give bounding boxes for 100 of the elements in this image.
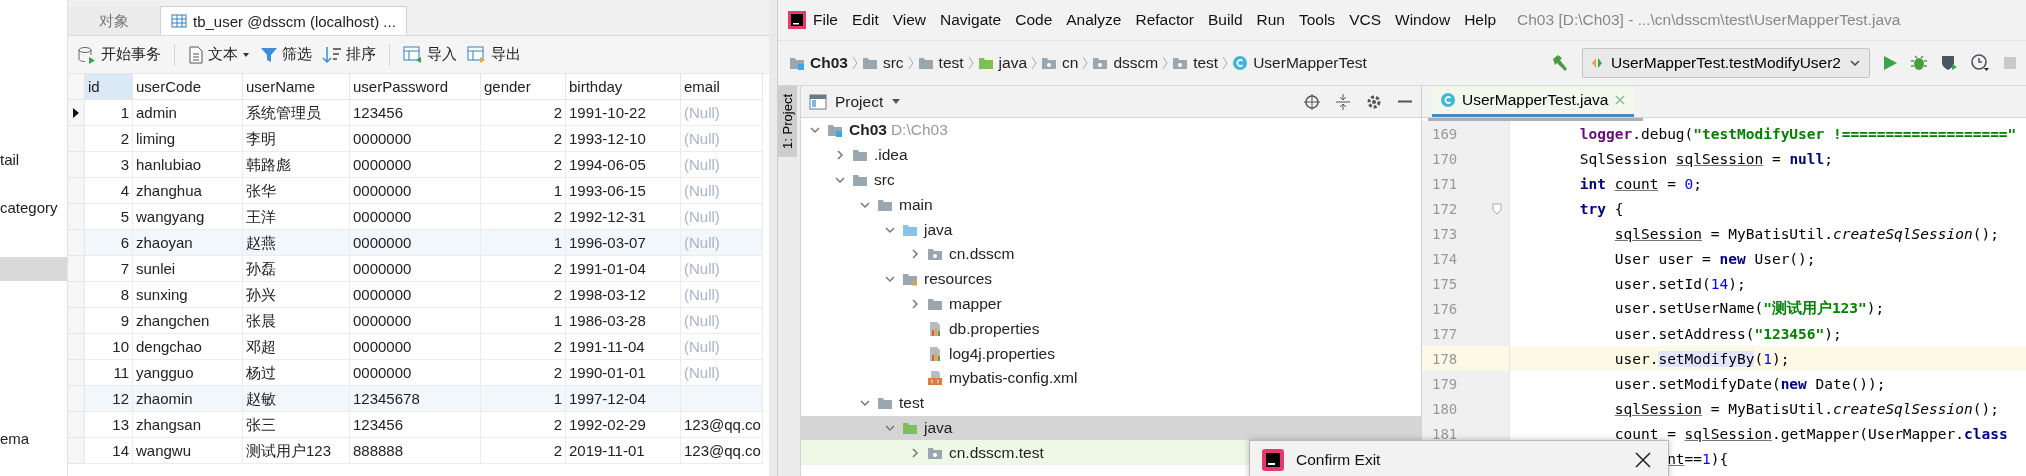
toolbar-button[interactable]: 筛选 — [257, 43, 315, 66]
column-header[interactable]: email — [681, 74, 763, 100]
panel-title[interactable]: Project — [835, 92, 884, 111]
menu-item[interactable]: Window — [1388, 11, 1458, 29]
sidebar-item[interactable] — [0, 257, 67, 281]
chevron-right-icon[interactable] — [909, 446, 921, 459]
shield-icon — [1940, 54, 1958, 72]
code-line: user.setUserName("测试用户123"); — [1614, 299, 1885, 318]
table-cell: 1 — [481, 308, 566, 334]
toolbar-button[interactable]: 导入 — [400, 43, 460, 66]
tree-item[interactable]: log4j.properties — [801, 341, 1421, 366]
row-selector-cell[interactable] — [68, 256, 85, 282]
tree-item[interactable]: .idea — [801, 142, 1421, 168]
row-selector-cell[interactable] — [68, 334, 85, 360]
sidebar-item[interactable]: category — [0, 196, 67, 220]
line-number: 179 — [1431, 375, 1459, 392]
breadcrumb[interactable]: src — [858, 54, 907, 72]
table-cell: 0000000 — [350, 282, 481, 308]
tree-item[interactable]: java — [801, 415, 1421, 441]
tab[interactable]: 对象 — [68, 6, 160, 35]
tree-item[interactable]: java — [801, 217, 1421, 242]
menu-item[interactable]: Refactor — [1128, 11, 1202, 29]
row-selector-cell[interactable] — [68, 412, 85, 438]
toolbar-button[interactable]: 排序 — [319, 43, 379, 66]
tree-item[interactable]: db.properties — [801, 316, 1421, 342]
breadcrumb-separator-icon — [850, 55, 859, 71]
row-selector-cell[interactable] — [68, 100, 85, 126]
module-folder-icon — [789, 55, 805, 71]
chevron-right-icon[interactable] — [909, 297, 921, 310]
tab[interactable]: tb_user @dsscm (localhost) ... — [160, 6, 407, 35]
close-icon — [1614, 94, 1627, 106]
sidebar-item[interactable]: tail — [0, 148, 67, 172]
menu-item[interactable]: Run — [1249, 11, 1292, 29]
table-cell: (Null) — [681, 360, 763, 386]
menu-item[interactable]: Help — [1457, 11, 1504, 29]
row-selector-cell[interactable] — [68, 438, 85, 464]
column-header[interactable]: userCode — [133, 74, 243, 100]
menu-item[interactable]: View — [885, 11, 934, 29]
toolbar-button[interactable]: 导出 — [464, 43, 524, 66]
table-cell: 2 — [481, 100, 566, 126]
tree-item[interactable]: mapper — [801, 291, 1421, 317]
tree-item[interactable]: mybatis-config.xml — [801, 365, 1421, 391]
line-number: 171 — [1431, 175, 1459, 192]
breadcrumb[interactable]: cn — [1038, 54, 1082, 72]
row-selector-cell[interactable] — [68, 282, 85, 308]
column-header[interactable]: userName — [243, 74, 350, 100]
table-cell: 2 — [481, 152, 566, 178]
menu-item[interactable]: File — [806, 11, 845, 29]
row-selector-cell[interactable] — [68, 178, 85, 204]
chevron-down-icon[interactable] — [834, 174, 846, 186]
app-logo-icon — [788, 11, 806, 29]
line-number: 170 — [1431, 150, 1459, 167]
breadcrumb[interactable]: test — [1169, 54, 1222, 72]
table-cell: 0000000 — [350, 152, 481, 178]
breadcrumb[interactable]: test — [914, 54, 967, 72]
chevron-right-icon[interactable] — [909, 248, 921, 261]
row-selector-cell[interactable] — [68, 308, 85, 334]
row-selector-cell[interactable] — [68, 386, 85, 412]
scrollbar[interactable] — [769, 0, 777, 476]
editor-tab[interactable]: UserMapperTest.java — [1432, 86, 1635, 117]
tree-item[interactable]: main — [801, 192, 1421, 218]
toolbar-button[interactable]: 开始事务 — [74, 43, 164, 66]
breadcrumb[interactable]: dsscm — [1089, 54, 1162, 72]
column-header[interactable]: userPassword — [350, 74, 481, 100]
row-selector-cell[interactable] — [68, 230, 85, 256]
table-cell: dengchao — [133, 334, 243, 360]
breadcrumb[interactable]: UserMapperTest — [1229, 54, 1370, 72]
menu-item[interactable]: Build — [1201, 11, 1250, 29]
breadcrumb-separator-icon — [1161, 55, 1170, 71]
toolbar-button[interactable]: 文本 — [185, 43, 253, 66]
row-selector-cell[interactable] — [68, 360, 85, 386]
breadcrumb[interactable]: Ch03 — [786, 54, 851, 72]
breadcrumb[interactable]: java — [974, 54, 1030, 72]
tree-item[interactable]: resources — [801, 266, 1421, 292]
scrollbar-thumb[interactable] — [1428, 118, 1643, 121]
code-line: int count = 0; — [1579, 175, 1703, 192]
menu-item[interactable]: VCS — [1342, 11, 1388, 29]
tree-item[interactable]: src — [801, 167, 1421, 193]
menu-item[interactable]: Analyze — [1059, 11, 1129, 29]
table-cell: admin — [133, 100, 243, 126]
table-cell: 杨过 — [243, 360, 350, 386]
row-selector-cell[interactable] — [68, 152, 85, 178]
chevron-right-icon[interactable] — [834, 149, 846, 162]
tree-item[interactable]: cn.dsscm — [801, 242, 1421, 267]
tree-item[interactable]: Ch03 D:\Ch03 — [801, 118, 1421, 143]
menu-item[interactable]: Code — [1008, 11, 1060, 29]
run-configuration-dropdown[interactable]: UserMapperTest.testModifyUser2 — [1582, 48, 1870, 78]
menu-item[interactable]: Tools — [1291, 11, 1343, 29]
tool-window-tab[interactable]: 1: Project — [778, 86, 797, 157]
row-selector-cell[interactable] — [68, 204, 85, 230]
table-cell: 5 — [85, 204, 133, 230]
menu-item[interactable]: Navigate — [933, 11, 1009, 29]
row-selector-cell[interactable] — [68, 126, 85, 152]
tree-item[interactable]: test — [801, 390, 1421, 416]
column-header[interactable]: birthday — [566, 74, 681, 100]
column-header[interactable]: gender — [481, 74, 566, 100]
sidebar-item[interactable]: ema — [0, 427, 67, 451]
column-header[interactable]: id — [85, 74, 133, 100]
menu-item[interactable]: Edit — [845, 11, 886, 29]
table-cell: 0000000 — [350, 256, 481, 282]
